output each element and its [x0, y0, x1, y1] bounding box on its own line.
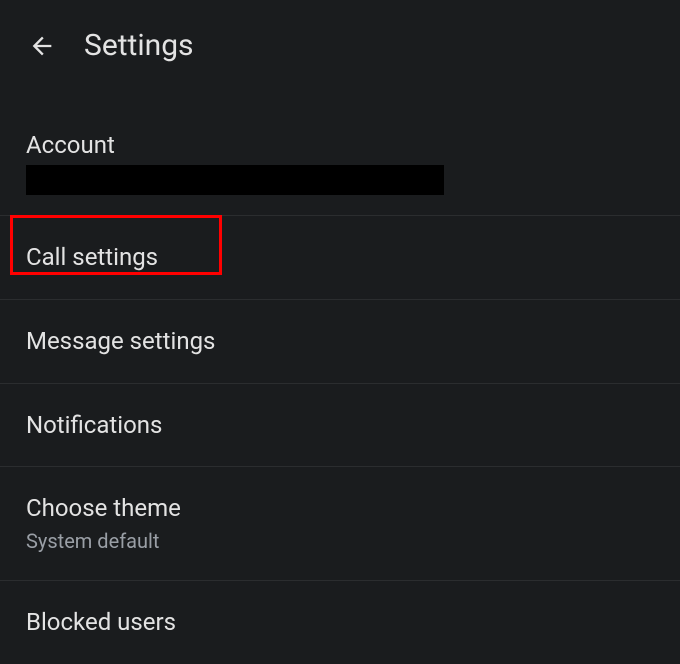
list-item-title: Notifications: [26, 411, 654, 440]
list-item-blocked-users[interactable]: Blocked users: [0, 581, 680, 664]
account-label: Account: [26, 131, 654, 159]
back-arrow-icon[interactable]: [28, 32, 56, 60]
account-section[interactable]: Account: [0, 91, 680, 215]
list-item-title: Message settings: [26, 327, 654, 356]
header: Settings: [0, 0, 680, 91]
list-item-subtitle: System default: [26, 529, 654, 553]
list-item-call-settings[interactable]: Call settings: [0, 216, 680, 299]
list-item-message-settings[interactable]: Message settings: [0, 300, 680, 383]
page-title: Settings: [84, 28, 194, 63]
list-item-title: Blocked users: [26, 608, 654, 637]
list-item-notifications[interactable]: Notifications: [0, 384, 680, 467]
list-item-title: Call settings: [26, 243, 654, 272]
list-item-title: Choose theme: [26, 494, 654, 523]
settings-screen: Settings Account Call settings Message s…: [0, 0, 680, 664]
account-value-redacted: [26, 165, 444, 195]
list-item-choose-theme[interactable]: Choose theme System default: [0, 467, 680, 580]
